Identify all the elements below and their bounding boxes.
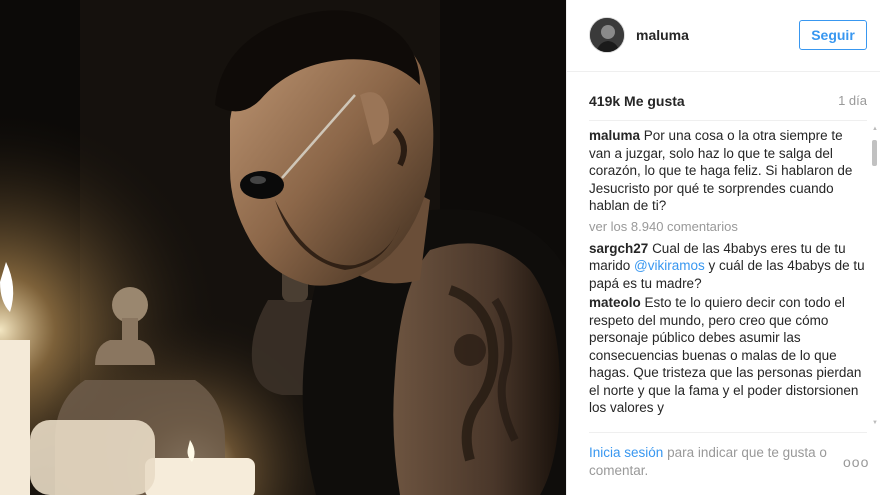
view-all-comments-link[interactable]: ver los 8.940 comentarios [589, 219, 867, 234]
likes-row: 419k Me gusta 1 día [589, 93, 867, 113]
divider [589, 432, 867, 433]
post-photo[interactable] [0, 0, 566, 495]
login-link[interactable]: Inicia sesión [589, 445, 663, 460]
post-timestamp[interactable]: 1 día [838, 93, 867, 108]
post-header: maluma Seguir [567, 0, 880, 72]
divider [589, 120, 867, 121]
comment-text: Esto te lo quiero decir con todo el resp… [589, 295, 862, 415]
scroll-down-icon[interactable]: ▼ [872, 420, 878, 426]
comment-mention[interactable]: @vikiramos [634, 258, 705, 273]
avatar[interactable] [589, 17, 625, 53]
username[interactable]: maluma [636, 27, 689, 43]
more-options-icon[interactable]: ooo [843, 455, 871, 469]
list-item: mateolo Esto te lo quiero decir con todo… [589, 294, 867, 417]
comments-scrollbar[interactable]: ▲ ▼ [872, 126, 878, 426]
comment-text: y cuál de las 4babys de tu papá es tu ma… [589, 258, 865, 291]
follow-button[interactable]: Seguir [799, 20, 867, 50]
comment-author[interactable]: mateolo [589, 295, 641, 310]
scroll-up-icon[interactable]: ▲ [872, 126, 878, 132]
login-prompt: Inicia sesión para indicar que te gusta … [589, 444, 839, 480]
comment-author[interactable]: sargch27 [589, 241, 648, 256]
likes-count[interactable]: 419k Me gusta [589, 93, 685, 109]
post-details-panel: maluma Seguir 419k Me gusta 1 día maluma… [566, 0, 880, 495]
scroll-thumb[interactable] [872, 140, 877, 166]
profile-avatar-icon [590, 18, 624, 52]
post-photo-illustration [0, 0, 566, 495]
caption-author[interactable]: maluma [589, 128, 640, 143]
caption: maluma Por una cosa o la otra siempre te… [589, 127, 867, 215]
comments-list: maluma Por una cosa o la otra siempre te… [589, 127, 867, 427]
list-item: sargch27 Cual de las 4babys eres tu de t… [589, 240, 867, 293]
